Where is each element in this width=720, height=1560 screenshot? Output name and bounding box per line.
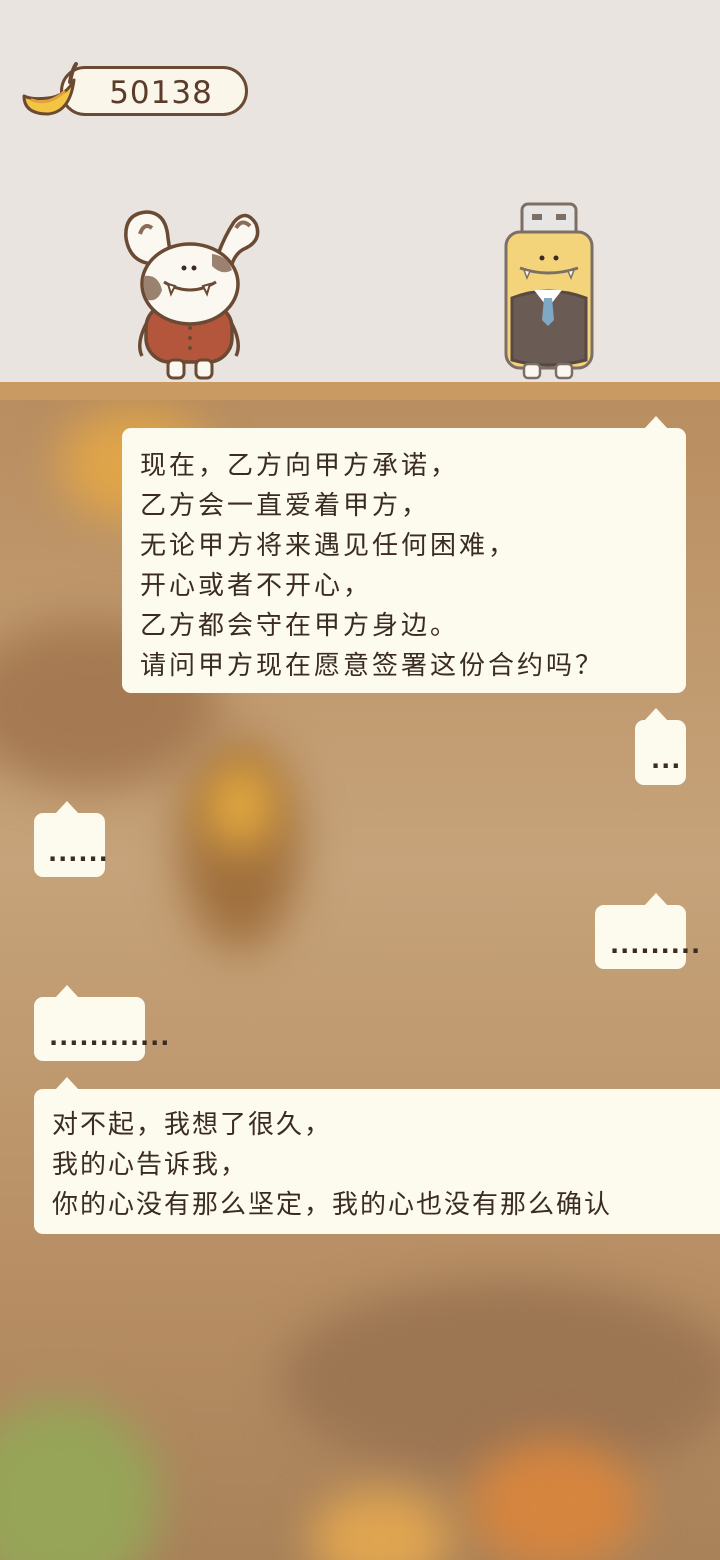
coin-counter: 50138 [60, 66, 248, 116]
coin-count: 50138 [109, 75, 213, 111]
dialogue-bubble-contract-proposal: 现在，乙方向甲方承诺， 乙方会一直爱着甲方， 无论甲方将来遇见任何困难， 开心或… [122, 416, 686, 693]
dialogue-bubble-ellipsis-2: ...... [34, 801, 108, 877]
blurred-shape [470, 1440, 640, 1560]
stage-divider [0, 382, 720, 400]
dialogue-text: ...... [48, 839, 109, 867]
blurred-shape [205, 760, 275, 850]
dialogue-bubble-ellipsis-1: ... [635, 708, 686, 785]
dialogue-text: ............ [49, 1023, 171, 1051]
dialogue-text: ... [651, 746, 682, 774]
blurred-shape [0, 1400, 160, 1560]
top-stage [0, 0, 720, 382]
bunny-character [124, 210, 260, 380]
dialogue-bubble-rejection: 对不起，我想了很久， 我的心告诉我， 你的心没有那么坚定，我的心也没有那么确认 [34, 1077, 720, 1234]
robot-suit-character [504, 202, 594, 380]
dialogue-bubble-ellipsis-4: ............ [34, 985, 169, 1061]
dialogue-text: 对不起，我想了很久， 我的心告诉我， 你的心没有那么坚定，我的心也没有那么确认 [52, 1110, 613, 1220]
blurred-shape [280, 1280, 720, 1480]
dialogue-text: ......... [610, 931, 702, 959]
dialogue-bubble-ellipsis-3: ......... [595, 893, 700, 969]
blurred-shape [310, 1490, 450, 1560]
dialogue-text: 现在，乙方向甲方承诺， 乙方会一直爱着甲方， 无论甲方将来遇见任何困难， 开心或… [140, 451, 605, 681]
banana-icon [22, 62, 78, 116]
